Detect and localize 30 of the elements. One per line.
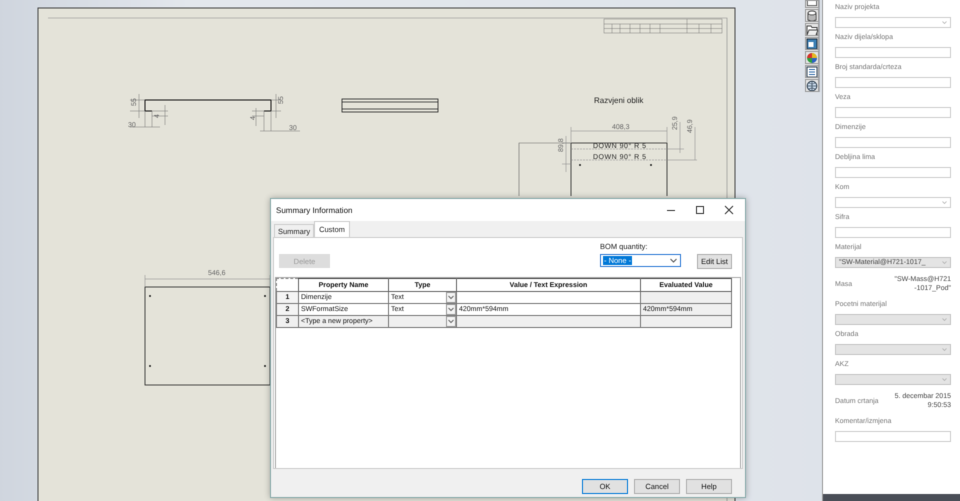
folder-icon[interactable]	[804, 22, 818, 36]
chevron-down-icon	[942, 261, 947, 264]
chevron-down-icon	[942, 201, 947, 204]
input-field[interactable]	[835, 77, 951, 88]
input-field[interactable]	[835, 167, 951, 178]
dialog-title: Summary Information	[276, 206, 352, 214]
sheet-icon[interactable]	[804, 0, 818, 8]
maximize-icon[interactable]	[695, 205, 705, 215]
chevron-down-icon	[670, 258, 677, 263]
dropdown-field[interactable]	[835, 197, 951, 208]
input-field[interactable]	[835, 47, 951, 58]
color-wheel-icon[interactable]	[804, 50, 818, 64]
chevron-down-icon	[942, 348, 947, 351]
list-icon[interactable]	[804, 64, 818, 78]
dropdown-field[interactable]	[835, 17, 951, 28]
chevron-down-icon[interactable]	[446, 316, 456, 326]
chevron-down-icon[interactable]	[446, 292, 456, 302]
view-title: Razvjeni oblik	[594, 96, 644, 105]
chevron-down-icon	[942, 378, 947, 381]
input-field[interactable]	[835, 431, 951, 442]
input-field[interactable]	[835, 227, 951, 238]
input-field[interactable]	[835, 137, 951, 148]
chevron-down-icon[interactable]	[446, 304, 456, 314]
input-field[interactable]	[835, 107, 951, 118]
window-icon[interactable]	[804, 36, 818, 50]
cylinder-icon[interactable]	[804, 8, 818, 22]
chevron-down-icon	[942, 21, 947, 24]
chevron-down-icon	[942, 318, 947, 321]
close-icon[interactable]	[724, 205, 734, 215]
globe-icon[interactable]	[804, 78, 818, 92]
